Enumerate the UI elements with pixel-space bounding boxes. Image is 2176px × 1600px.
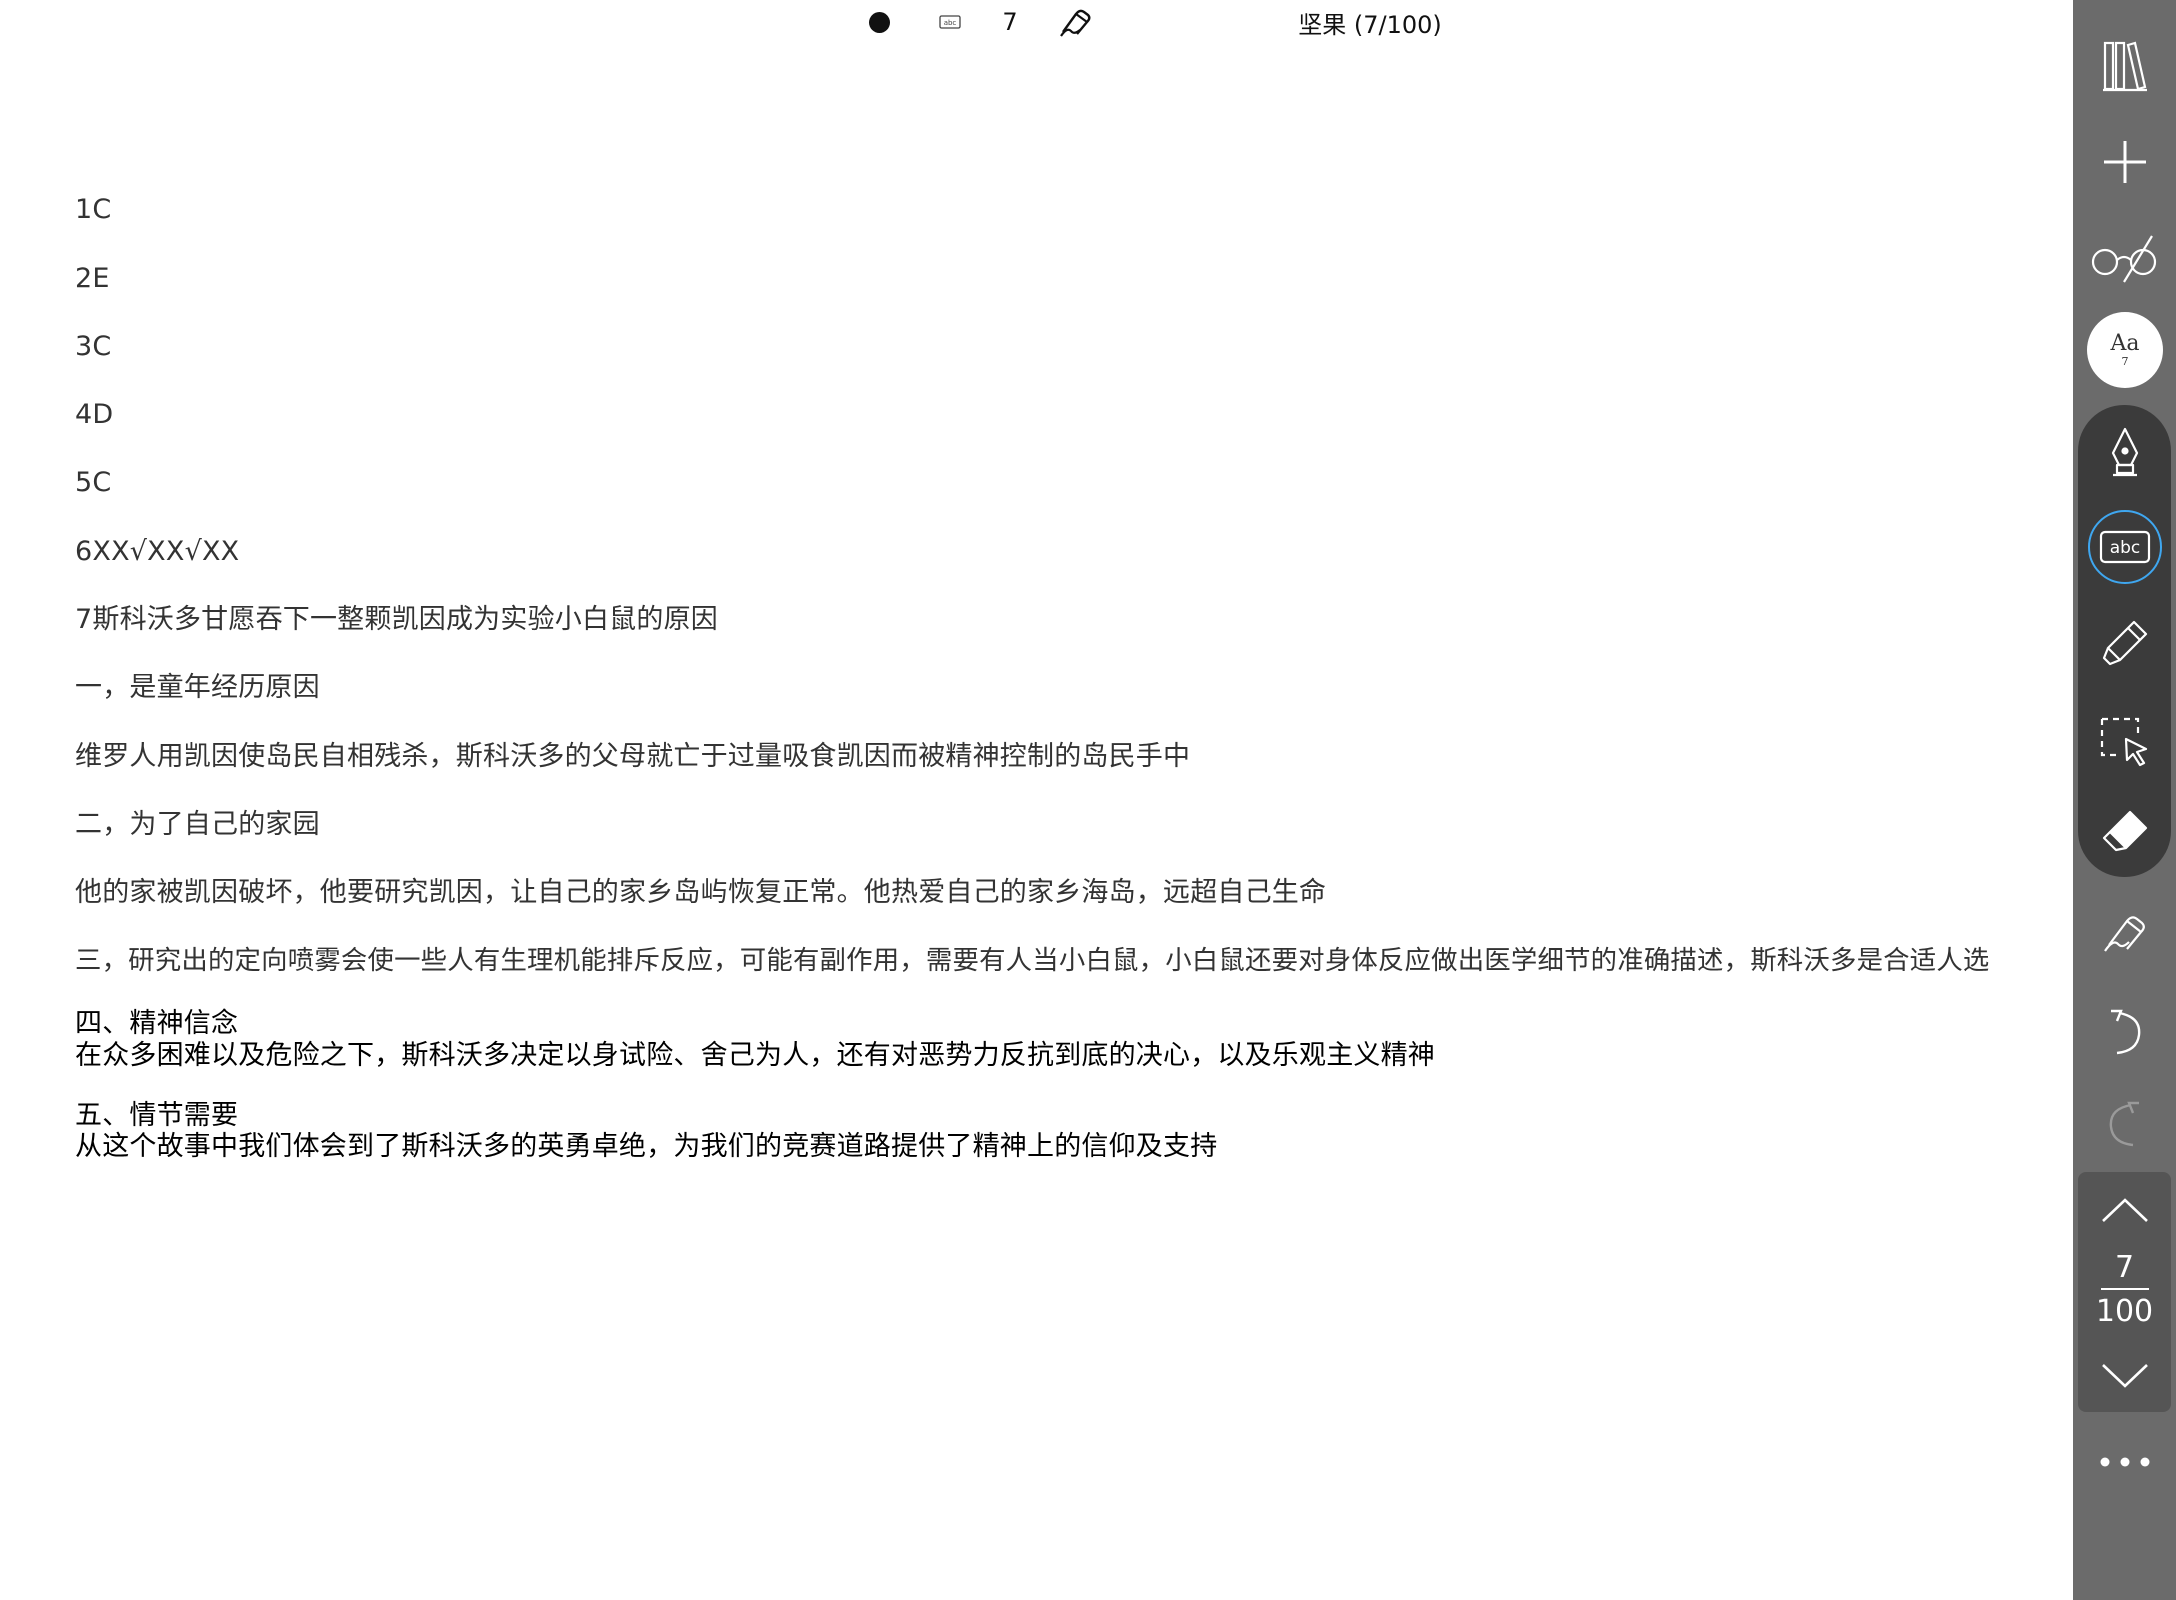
library-icon	[2102, 41, 2147, 92]
reading-mode-button[interactable]	[2073, 226, 2176, 290]
add-page-button[interactable]	[2073, 132, 2176, 192]
font-settings-button[interactable]: Aa 7	[2087, 312, 2163, 388]
highlighter-icon	[2102, 620, 2147, 666]
undo-icon	[2110, 1009, 2140, 1055]
glasses-icon	[2091, 235, 2156, 283]
answer-line: 3C	[75, 331, 112, 362]
eraser-icon	[2102, 810, 2147, 852]
text-recognition-icon: abc	[2099, 530, 2151, 564]
answer-line: 二，为了自己的家园	[75, 809, 320, 840]
highlighter-button[interactable]	[2073, 610, 2176, 676]
plus-icon	[2103, 141, 2146, 183]
answer-line: 7斯科沃多甘愿吞下一整颗凯因成为实验小白鼠的原因	[75, 604, 718, 635]
typed-line: 在众多困难以及危险之下，斯科沃多决定以身试险、舍己为人，还有对恶势力反抗到底的决…	[75, 1040, 1435, 1071]
answer-line: 6XX√XX√XX	[75, 536, 240, 567]
more-icon	[2100, 1457, 2149, 1467]
fountain-pen-button[interactable]	[2073, 418, 2176, 488]
typed-line: 四、精神信念	[75, 1008, 239, 1039]
note-page: abc 7 坚果 (7/100) 1C 2E 3C 4D 5C 6XX√XX√X…	[0, 0, 2176, 1600]
handwriting-icon	[2103, 916, 2145, 952]
undo-button[interactable]	[2073, 1000, 2176, 1064]
current-page: 7	[2114, 1250, 2135, 1285]
answer-line: 维罗人用凯因使岛民自相残杀，斯科沃多的父母就亡于过量吸食凯因而被精神控制的岛民手…	[75, 741, 1191, 772]
font-button-label: Aa	[2110, 331, 2140, 356]
answer-line: 他的家被凯因破坏，他要研究凯因，让自己的家乡岛屿恢复正常。他热爱自己的家乡海岛，…	[75, 877, 1327, 908]
fountain-pen-icon	[2111, 427, 2138, 477]
redo-icon	[2109, 1101, 2139, 1147]
library-button[interactable]	[2073, 36, 2176, 96]
next-page-button[interactable]	[2073, 1356, 2176, 1396]
total-pages: 100	[2095, 1294, 2154, 1329]
page-indicator[interactable]: 7 100	[2073, 1250, 2176, 1330]
lasso-select-button[interactable]	[2073, 708, 2176, 776]
answer-line: 1C	[75, 194, 112, 225]
answer-line: 5C	[75, 467, 112, 498]
more-button[interactable]	[2073, 1444, 2176, 1480]
answer-line: 4D	[75, 399, 114, 430]
handwriting-button[interactable]	[2073, 900, 2176, 964]
eraser-button[interactable]	[2073, 800, 2176, 864]
lasso-select-icon	[2100, 717, 2147, 767]
typed-line: 从这个故事中我们体会到了斯科沃多的英勇卓绝，为我们的竞赛道路提供了精神上的信仰及…	[75, 1131, 1218, 1162]
chevron-down-icon	[2101, 1364, 2148, 1388]
answer-line: 2E	[75, 263, 110, 294]
note-content[interactable]: 1C 2E 3C 4D 5C 6XX√XX√XX 7斯科沃多甘愿吞下一整颗凯因成…	[75, 0, 2065, 1600]
svg-text:abc: abc	[2110, 538, 2141, 558]
text-recognition-button[interactable]: abc	[2088, 510, 2162, 584]
tool-sidebar: Aa 7 abc 7 100	[2073, 0, 2176, 1600]
answer-line: 三，研究出的定向喷雾会使一些人有生理机能排斥反应，可能有副作用，需要有人当小白鼠…	[75, 945, 1990, 976]
answer-line: 一，是童年经历原因	[75, 672, 320, 703]
font-button-size: 7	[2121, 355, 2129, 368]
chevron-up-icon	[2101, 1198, 2148, 1222]
previous-page-button[interactable]	[2073, 1190, 2176, 1230]
typed-line: 五、情节需要	[75, 1100, 239, 1131]
redo-button[interactable]	[2073, 1092, 2176, 1156]
page-divider	[2100, 1288, 2149, 1290]
